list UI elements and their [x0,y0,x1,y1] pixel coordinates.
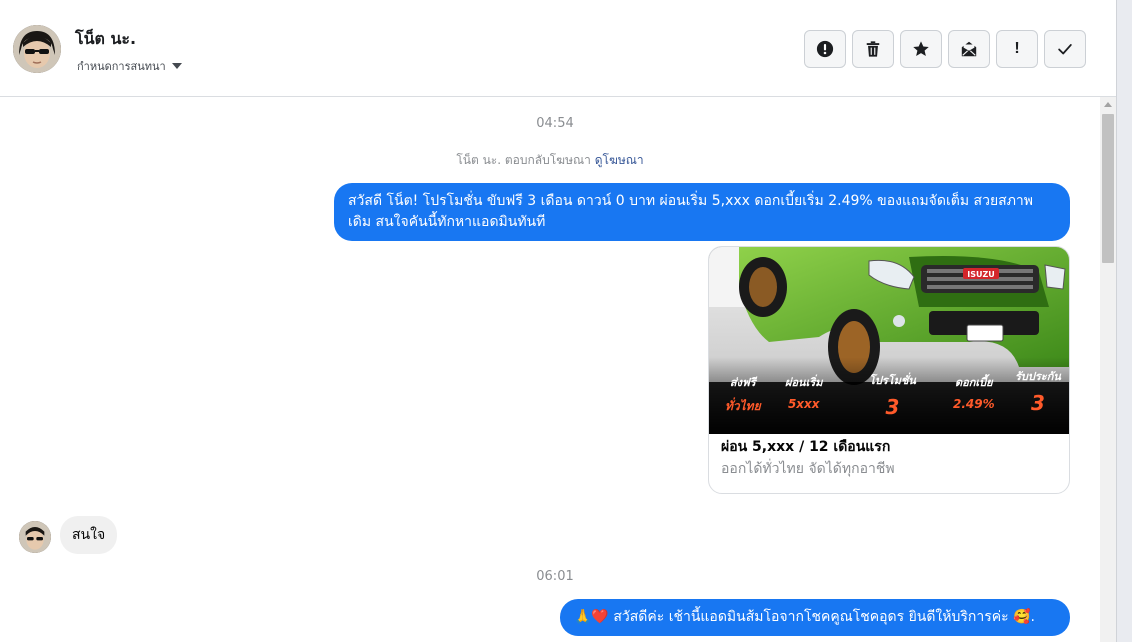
contact-avatar[interactable] [13,25,61,73]
promo-free-delivery: ส่งฟรี ทั่วไทย [725,376,761,413]
scroll-up-arrow-icon[interactable] [1104,102,1112,107]
isuzu-logo-text: ISUZU [967,270,995,279]
ad-card-image: ISUZU ส่งฟรี ทั่วไทย ผ่อนเริ่ม 5xxx โปรโ… [709,247,1069,434]
caret-down-icon [171,63,182,69]
ad-reply-note: โน็ต นะ. ตอบกลับโฆษณา ดูโฆษณา [0,151,1100,170]
report-button[interactable] [804,30,846,68]
conversation-toolbar: ! [804,30,1086,68]
thread-scrollbar[interactable] [1100,97,1116,642]
envelope-icon [961,41,977,57]
ad-card[interactable]: ISUZU ส่งฟรี ทั่วไทย ผ่อนเริ่ม 5xxx โปรโ… [708,246,1070,494]
promo-interest: ดอกเบี้ย 2.49% [953,376,995,411]
view-ad-link[interactable]: ดูโฆษณา [595,153,644,167]
scrollbar-thumb[interactable] [1102,114,1114,263]
conversation-header: โน็ต นะ. กำหนดการสนทนา ! [0,0,1116,97]
incoming-message: สนใจ [60,516,118,554]
assign-conversation-label: กำหนดการสนทนา [77,60,166,73]
done-button[interactable] [1044,30,1086,68]
ad-card-subtitle: ออกได้ทั่วไทย จัดได้ทุกอาชีพ [721,461,895,477]
delete-button[interactable] [852,30,894,68]
trash-icon [866,41,880,57]
ad-reply-prefix: โน็ต นะ. ตอบกลับโฆษณา [456,153,591,167]
alert-circle-icon [816,40,834,58]
mark-unread-button[interactable] [948,30,990,68]
contact-name: โน็ต นะ. [75,29,137,48]
contact-avatar-small[interactable] [19,521,51,553]
important-button[interactable]: ! [996,30,1038,68]
outgoing-message: 🙏❤️ สวัสดีค่ะ เช้านี้แอดมินส้มโอจากโชคคู… [560,599,1070,636]
promo-promotion: โปรโมชั่น 3 [869,374,916,419]
star-icon [913,41,929,57]
check-icon [1058,44,1072,55]
assign-conversation-dropdown[interactable]: กำหนดการสนทนา [77,57,182,75]
exclamation-icon: ! [1014,40,1020,57]
promo-installment: ผ่อนเริ่ม 5xxx [785,376,823,411]
ad-card-title: ผ่อน 5,xxx / 12 เดือนแรก [721,439,891,455]
timestamp: 04:54 [536,116,574,131]
outgoing-message: สวัสดี โน็ต! โปรโมชั่น ขับฟรี 3 เดือน ดา… [334,183,1070,241]
message-thread[interactable]: 04:54 โน็ต นะ. ตอบกลับโฆษณา ดูโฆษณา สวัส… [0,97,1100,642]
star-button[interactable] [900,30,942,68]
inbox-conversation-panel: โน็ต นะ. กำหนดการสนทนา ! 04:54 โน็ต นะ. … [0,0,1117,642]
timestamp: 06:01 [536,569,574,584]
promo-warranty: รับประกัน 3 [1015,370,1061,415]
